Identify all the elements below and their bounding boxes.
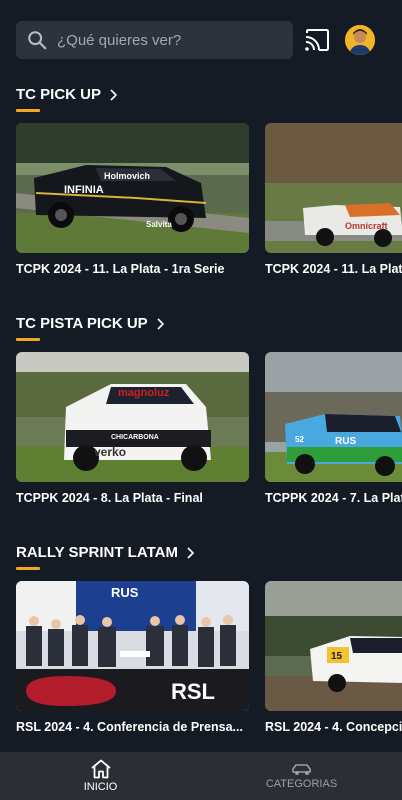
nav-item-inicio[interactable]: INICIO xyxy=(0,752,201,800)
video-card[interactable]: RUS RSL RSL 2024 - 4. Conferencia de Pre… xyxy=(16,581,249,734)
sponsor-text: Omnicraft xyxy=(345,221,388,231)
chevron-right-icon xyxy=(187,546,194,559)
nav-item-categorias[interactable]: CATEGORIAS xyxy=(201,752,402,800)
video-title: TCPK 2024 - 11. La Plata xyxy=(265,262,402,276)
video-card[interactable]: Omnicraft TCPK 2024 - 11. La Plata xyxy=(265,123,402,276)
video-title: RSL 2024 - 4. Conferencia de Prensa... xyxy=(16,720,243,734)
search-icon xyxy=(28,31,47,50)
video-card[interactable]: 15 RSL 2024 - 4. Concepción xyxy=(265,581,402,734)
sponsor-text: magnoluz xyxy=(118,387,170,399)
cast-icon[interactable] xyxy=(305,29,329,51)
logo-text: RSL xyxy=(171,679,215,704)
video-title: TCPPK 2024 - 7. La Plata xyxy=(265,491,402,505)
video-thumbnail: Holmovich INFINIA Salvita xyxy=(16,123,249,253)
brand-text: CHICARBONA xyxy=(111,434,159,441)
user-avatar-icon xyxy=(345,25,375,55)
video-thumbnail: Omnicraft xyxy=(265,123,402,253)
nav-label: CATEGORIAS xyxy=(265,778,338,790)
section-title[interactable]: RALLY SPRINT LATAM xyxy=(16,544,194,561)
video-thumbnail: RUS RSL xyxy=(16,581,249,711)
section-underline xyxy=(16,109,40,112)
sponsor-text: RUS xyxy=(335,436,356,447)
bottom-navigation: INICIO CATEGORIAS xyxy=(0,752,402,800)
chevron-right-icon xyxy=(110,88,118,101)
number-text: 15 xyxy=(331,651,343,662)
video-title: TCPPK 2024 - 8. La Plata - Final xyxy=(16,491,203,505)
video-title: TCPK 2024 - 11. La Plata - 1ra Serie xyxy=(16,262,225,276)
section-underline xyxy=(16,338,40,341)
avatar[interactable] xyxy=(345,25,375,55)
sponsor-text-2: verko xyxy=(94,445,126,459)
sponsor-text: Holmovich xyxy=(104,171,150,181)
search-input[interactable] xyxy=(55,30,279,50)
video-thumbnail: magnoluz CHICARBONA verko xyxy=(16,352,249,482)
video-thumbnail: 15 xyxy=(265,581,402,711)
video-card[interactable]: magnoluz CHICARBONA verko TCPPK 2024 - 8… xyxy=(16,352,249,505)
section-title[interactable]: TC PISTA PICK UP xyxy=(16,315,164,332)
video-card[interactable]: Holmovich INFINIA Salvita TCPK 2024 - 11… xyxy=(16,123,249,276)
section-underline xyxy=(16,567,40,570)
home-icon xyxy=(90,759,111,779)
sponsor-text-2: Salvita xyxy=(146,220,172,229)
banner-text: RUS xyxy=(111,585,139,600)
brand-text: INFINIA xyxy=(64,184,104,196)
chevron-right-icon xyxy=(157,317,164,330)
video-thumbnail: RUS 52 xyxy=(265,352,402,482)
video-card[interactable]: RUS 52 TCPPK 2024 - 7. La Plata xyxy=(265,352,402,505)
car-icon xyxy=(291,764,311,775)
search-bar[interactable] xyxy=(16,21,293,59)
number-text: 52 xyxy=(295,435,304,444)
section-title[interactable]: TC PICK UP xyxy=(16,86,118,103)
video-title: RSL 2024 - 4. Concepción xyxy=(265,720,402,734)
nav-label: INICIO xyxy=(83,781,118,793)
